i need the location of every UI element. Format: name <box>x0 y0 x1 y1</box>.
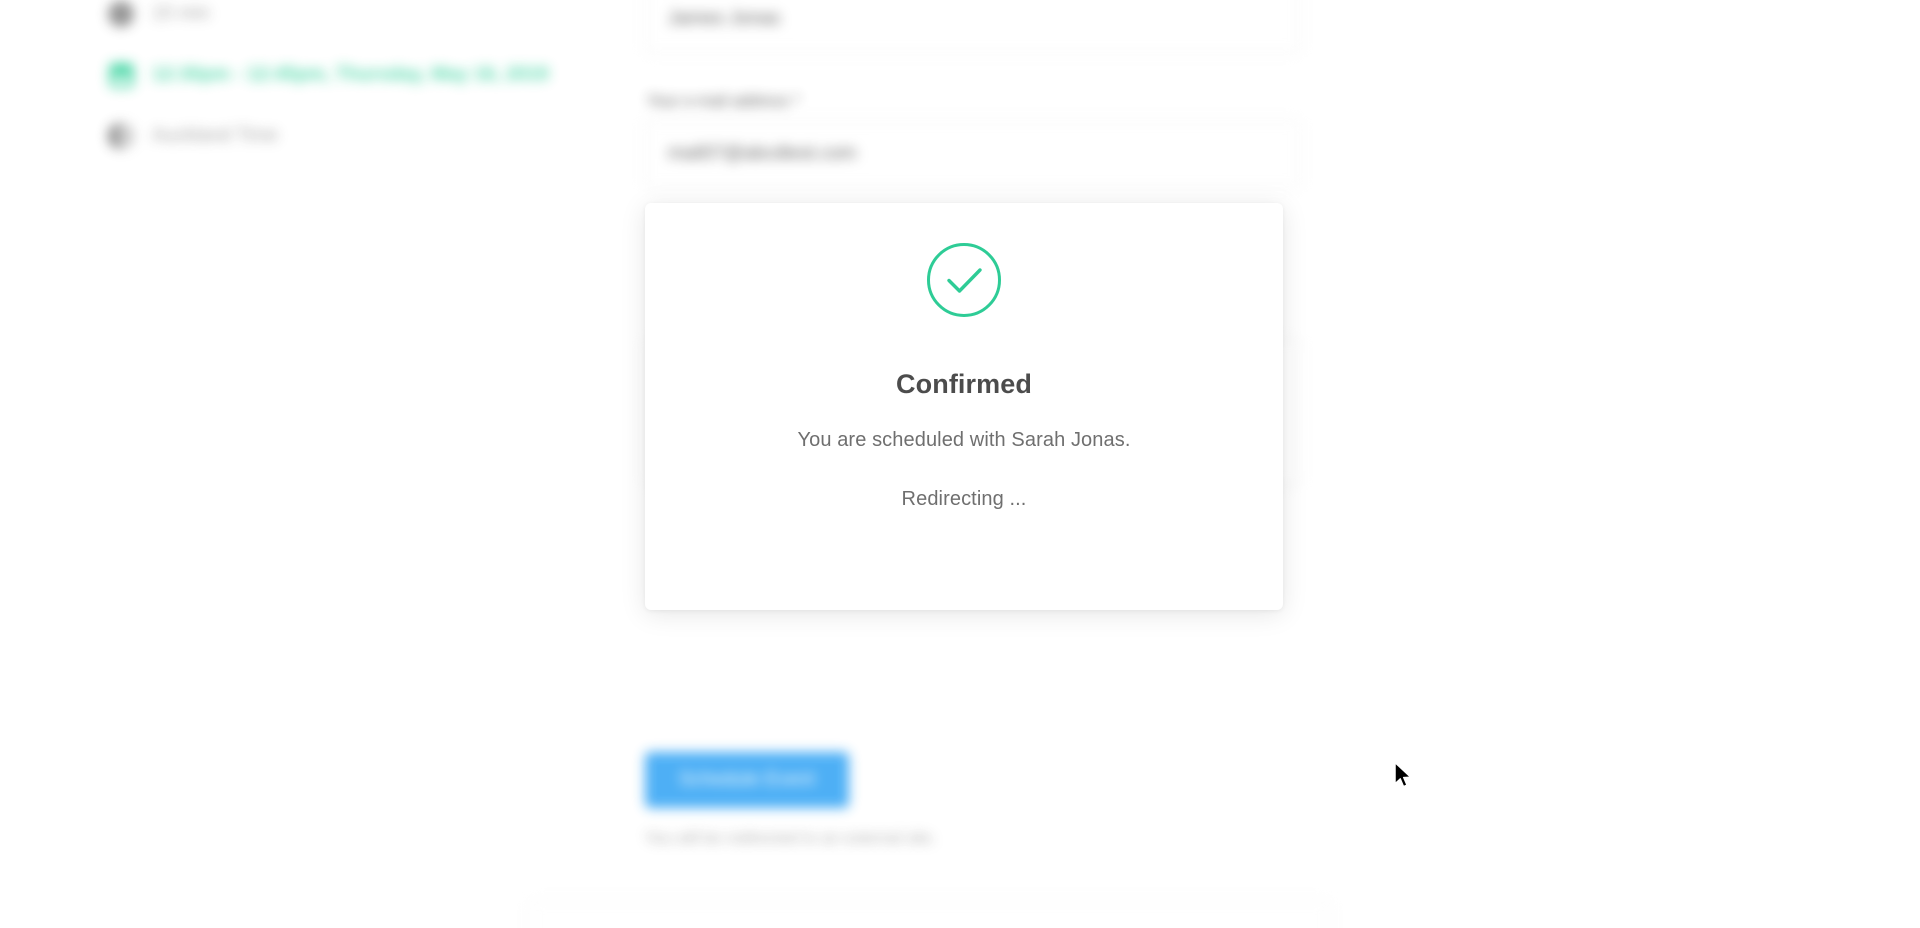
event-duration-text: 15 min <box>152 3 210 24</box>
event-details-column: 15 min 12:30pm - 12:45pm, Thursday, May … <box>108 0 668 175</box>
confirmation-message: You are scheduled with Sarah Jonas. <box>797 429 1131 451</box>
page-root: 15 min 12:30pm - 12:45pm, Thursday, May … <box>0 0 1920 928</box>
name-input-value: James Jonas <box>668 8 780 29</box>
globe-icon <box>108 123 134 149</box>
email-input-value: mail07@abcdtest.com <box>668 143 857 164</box>
clock-icon <box>108 1 134 27</box>
check-circle-icon <box>925 241 1003 319</box>
event-timezone-text: Auckland Time <box>152 125 278 146</box>
redirect-status: Redirecting ... <box>901 488 1027 510</box>
name-input[interactable]: James Jonas <box>645 0 1300 53</box>
arrow-cursor <box>1394 762 1414 790</box>
email-input[interactable]: mail07@abcdtest.com <box>645 120 1300 188</box>
schedule-event-button[interactable]: Schedule Event <box>645 752 849 808</box>
email-field-label: Your e-mail address * <box>647 93 800 110</box>
event-timezone-row: Auckland Time <box>108 114 668 158</box>
event-datetime-row: 12:30pm - 12:45pm, Thursday, May 16, 201… <box>108 53 668 97</box>
calendar-icon <box>108 62 134 88</box>
event-duration-row: 15 min <box>108 0 668 36</box>
bottom-panel <box>530 900 1330 928</box>
event-datetime-text: 12:30pm - 12:45pm, Thursday, May 16, 201… <box>152 64 549 85</box>
redirect-note: You will be redirected to an external si… <box>645 830 936 847</box>
confirmation-modal: Confirmed You are scheduled with Sarah J… <box>645 203 1283 610</box>
page-title: Confirmed <box>896 369 1032 399</box>
submit-section: Schedule Event You will be redirected to… <box>645 752 1300 848</box>
